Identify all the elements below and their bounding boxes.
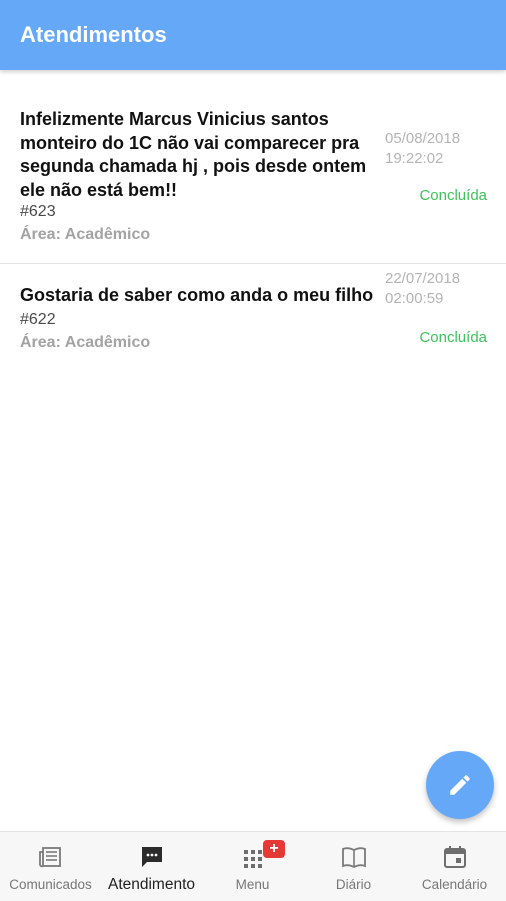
status-badge: Concluída <box>419 329 487 346</box>
chat-icon <box>141 847 162 867</box>
nav-label: Menu <box>235 877 270 892</box>
nav-label: Comunicados <box>9 877 92 892</box>
nav-calendario[interactable]: Calendário <box>404 832 505 901</box>
nav-menu[interactable]: + Menu <box>202 832 303 901</box>
notification-badge: + <box>263 840 285 858</box>
ticket-item[interactable]: Infelizmente Marcus Vinicius santos mont… <box>0 0 506 263</box>
status-badge: Concluída <box>419 187 487 204</box>
ticket-number: #623 <box>20 203 56 220</box>
ticket-number: #622 <box>20 311 56 328</box>
bottom-navigation: Comunicados Atendimento + Menu Diário Ca… <box>0 831 506 901</box>
pencil-icon <box>450 775 470 795</box>
ticket-area: Área: Acadêmico <box>20 226 151 243</box>
ticket-date-day: 22/07/2018 <box>385 270 461 287</box>
apps-grid-icon <box>243 850 262 868</box>
nav-diario[interactable]: Diário <box>303 832 404 901</box>
book-icon <box>341 847 366 869</box>
ticket-date: 22/07/2018 02:00:59 <box>385 269 500 309</box>
ticket-date-day: 05/08/2018 <box>385 130 461 147</box>
new-ticket-button[interactable] <box>426 751 494 819</box>
ticket-date-time: 19:22:02 <box>385 150 444 167</box>
ticket-area: Área: Acadêmico <box>20 334 151 351</box>
nav-label: Calendário <box>421 877 488 892</box>
calendar-icon <box>443 846 466 868</box>
ticket-date: 05/08/2018 19:22:02 <box>385 129 500 169</box>
ticket-message: Gostaria de saber como anda o meu filho <box>20 285 374 305</box>
nav-comunicados[interactable]: Comunicados <box>0 832 101 901</box>
nav-atendimento[interactable]: Atendimento <box>101 832 202 901</box>
nav-label: Atendimento <box>107 876 196 893</box>
ticket-message: Infelizmente Marcus Vinicius santos mont… <box>20 109 367 200</box>
newspaper-icon <box>38 847 61 868</box>
ticket-date-time: 02:00:59 <box>385 290 444 307</box>
ticket-item[interactable]: Gostaria de saber como anda o meu filho … <box>0 264 506 364</box>
nav-label: Diário <box>335 877 372 892</box>
